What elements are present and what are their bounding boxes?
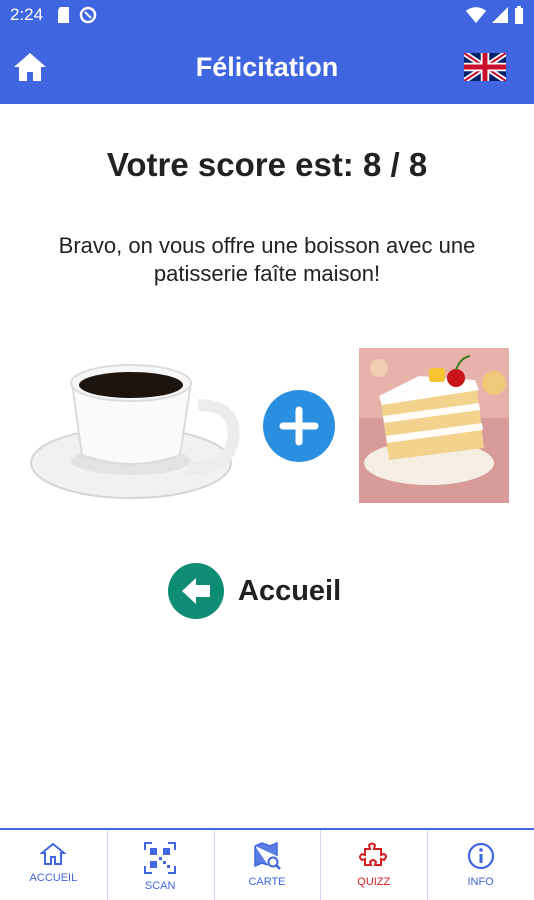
reward-message: Bravo, on vous offre une boisson avec un… <box>58 233 476 286</box>
bottom-navigation: ACCUEIL SCAN CARTE QUIZZ INFO <box>0 828 534 900</box>
nav-item-scan[interactable]: SCAN <box>106 830 214 900</box>
nav-item-quizz[interactable]: QUIZZ <box>320 830 427 900</box>
nav-item-accueil[interactable]: ACCUEIL <box>0 830 107 900</box>
nav-label: INFO <box>467 876 494 888</box>
page-title: Félicitation <box>195 51 339 82</box>
nav-label: ACCUEIL <box>29 872 78 884</box>
nav-label: CARTE <box>248 876 286 888</box>
info-icon <box>467 842 494 870</box>
nav-label: QUIZZ <box>357 876 391 888</box>
home-button[interactable] <box>10 47 50 87</box>
signal-icon <box>492 7 508 23</box>
arrow-left-icon <box>168 563 224 619</box>
status-time: 2:24 <box>10 5 44 24</box>
puzzle-icon <box>358 842 387 866</box>
status-bar: 2:24 <box>0 0 534 30</box>
home-icon <box>14 53 46 81</box>
sd-card-icon <box>58 7 70 23</box>
nav-item-info[interactable]: INFO <box>427 830 534 900</box>
coffee-cup-image <box>30 364 240 499</box>
back-to-home-button[interactable]: Accueil <box>168 563 341 619</box>
app-bar: Félicitation <box>0 30 534 104</box>
map-search-icon <box>254 842 281 870</box>
cake-image <box>359 348 509 503</box>
wifi-icon <box>466 7 486 23</box>
home-icon <box>40 842 67 865</box>
nav-label: SCAN <box>144 880 176 892</box>
language-switch-button[interactable] <box>462 50 508 84</box>
qr-code-icon <box>144 842 177 874</box>
nav-item-carte[interactable]: CARTE <box>213 830 321 900</box>
battery-icon <box>515 6 523 24</box>
plus-icon <box>263 390 335 462</box>
back-to-home-label: Accueil <box>238 574 342 607</box>
score-text: Votre score est: 8 / 8 <box>106 146 428 183</box>
uk-flag-icon <box>462 50 508 84</box>
data-saver-icon <box>79 6 97 24</box>
